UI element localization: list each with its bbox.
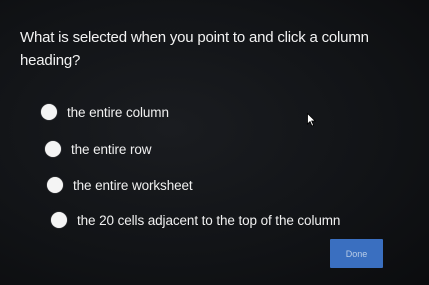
arrow-cursor-icon [307, 113, 317, 127]
option-entire-column[interactable]: the entire column [41, 104, 169, 120]
radio-button-icon[interactable] [47, 177, 63, 193]
option-entire-worksheet[interactable]: the entire worksheet [47, 177, 193, 193]
option-entire-row[interactable]: the entire row [45, 141, 152, 157]
radio-button-icon[interactable] [51, 212, 67, 228]
question-text: What is selected when you point to and c… [20, 29, 369, 69]
option-label: the 20 cells adjacent to the top of the … [77, 212, 341, 228]
option-20-cells[interactable]: the 20 cells adjacent to the top of the … [51, 212, 340, 228]
option-label: the entire row [71, 141, 152, 157]
option-label: the entire column [67, 104, 169, 120]
done-button[interactable]: Done [330, 239, 383, 268]
quiz-screen: What is selected when you point to and c… [0, 0, 429, 285]
option-label: the entire worksheet [73, 177, 193, 193]
radio-button-icon[interactable] [41, 104, 57, 120]
radio-button-icon[interactable] [45, 141, 61, 157]
